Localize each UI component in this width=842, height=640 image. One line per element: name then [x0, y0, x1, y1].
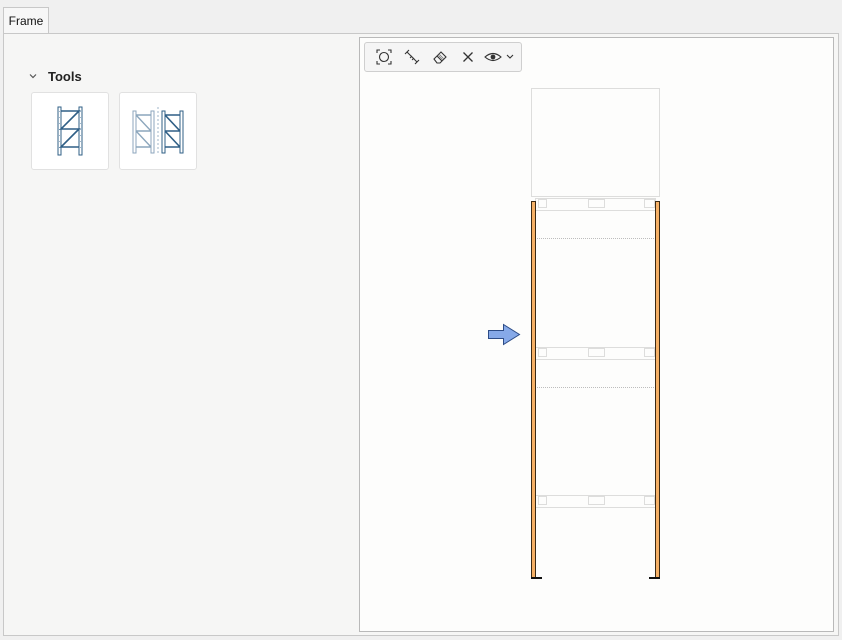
tools-section-header[interactable]: Tools	[28, 66, 82, 86]
tab-frame[interactable]: Frame	[3, 7, 49, 34]
right-upright	[655, 201, 660, 579]
tab-bar: Frame	[0, 0, 842, 34]
double-frame-icon	[132, 107, 184, 155]
tab-frame-label: Frame	[8, 14, 44, 28]
rack-frame-drawing	[488, 88, 660, 579]
single-frame-tool[interactable]	[31, 92, 109, 170]
insert-arrow-icon	[488, 323, 521, 346]
beam-level-3	[535, 495, 656, 508]
top-load-zone	[531, 88, 660, 197]
single-frame-icon	[57, 106, 83, 156]
double-frame-tool[interactable]	[119, 92, 197, 170]
beam-level-2	[535, 347, 656, 388]
left-upright	[531, 201, 536, 579]
beam-level-1	[535, 198, 656, 239]
tools-section-label: Tools	[48, 68, 82, 84]
chevron-down-icon[interactable]	[28, 71, 42, 81]
